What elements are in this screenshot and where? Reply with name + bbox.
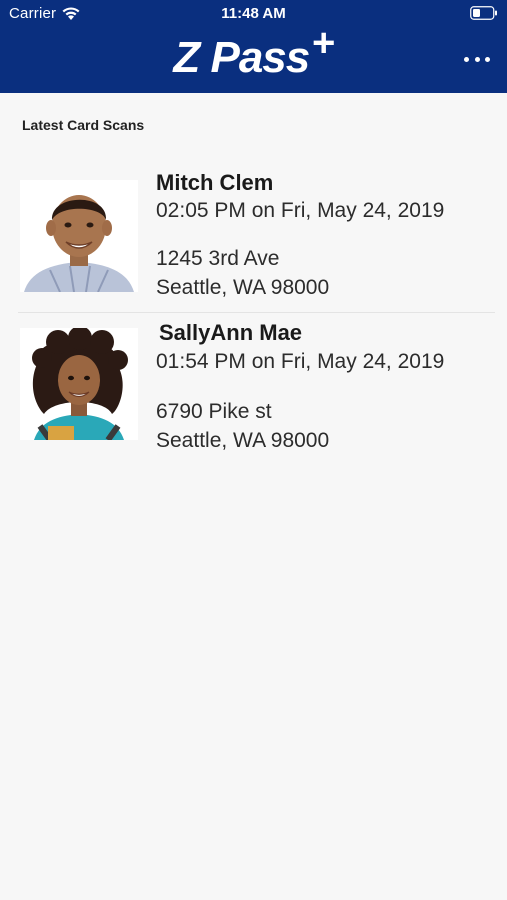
battery-icon <box>470 6 497 20</box>
address-line-2: Seattle, WA 98000 <box>156 429 330 452</box>
status-bar: Carrier 11:48 AM <box>0 0 507 28</box>
status-time: 11:48 AM <box>221 5 286 22</box>
more-horizontal-icon <box>474 56 480 62</box>
logo-text: Z Pass <box>173 33 310 82</box>
address-line-2: Seattle, WA 98000 <box>156 276 330 299</box>
student-photo-boy <box>20 180 138 292</box>
scan-list-item[interactable]: Mitch Clem 02:05 PM on Fri, May 24, 2019… <box>0 160 507 312</box>
address-line-1: 1245 3rd Ave <box>156 247 280 270</box>
app-header: Carrier 11:48 AM Z Pass+ <box>0 0 507 93</box>
scan-timestamp: 02:05 PM on Fri, May 24, 2019 <box>156 199 445 222</box>
student-photo-girl <box>20 328 138 440</box>
logo-plus: + <box>311 21 334 65</box>
student-photo <box>20 328 138 440</box>
app-logo: Z Pass+ <box>0 21 507 89</box>
scan-list-item[interactable]: SallyAnn Mae 01:54 PM on Fri, May 24, 20… <box>0 312 507 464</box>
student-name: SallyAnn Mae <box>159 320 303 345</box>
student-name: Mitch Clem <box>156 170 274 195</box>
student-photo <box>20 180 138 292</box>
scan-timestamp: 01:54 PM on Fri, May 24, 2019 <box>156 350 445 373</box>
more-horizontal-icon <box>485 56 490 62</box>
more-horizontal-icon <box>464 56 469 62</box>
section-title: Latest Card Scans <box>22 117 145 133</box>
scan-list: Mitch Clem 02:05 PM on Fri, May 24, 2019… <box>0 160 507 464</box>
more-options-button[interactable] <box>464 52 490 66</box>
address-line-1: 6790 Pike st <box>156 400 272 423</box>
